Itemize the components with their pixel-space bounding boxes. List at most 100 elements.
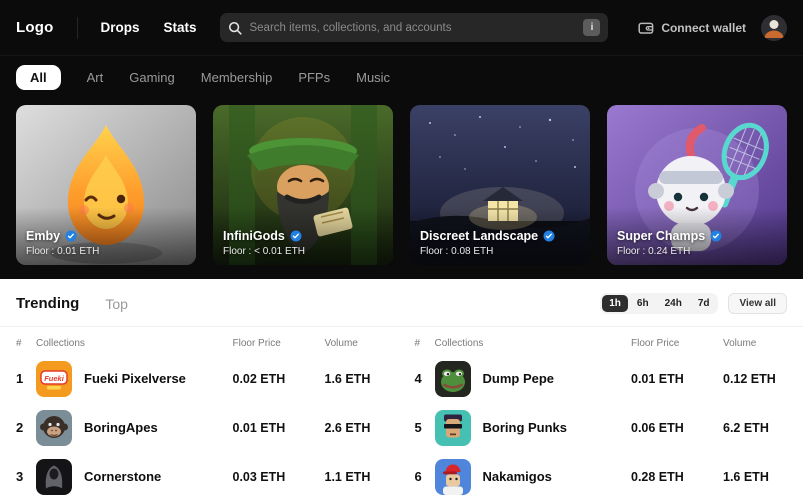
card-overlay: Super Champs Floor : 0.24 ETH — [617, 229, 722, 257]
table-row[interactable]: 4 Dump Pepe 0.01 ETH 0.12 ETH — [415, 354, 788, 403]
connect-wallet-label: Connect wallet — [661, 20, 746, 35]
collection-name: Nakamigos — [482, 469, 552, 484]
volume: 1.1 ETH — [324, 469, 371, 484]
nav-link-drops[interactable]: Drops — [100, 20, 139, 35]
card-floor-price: Floor : 0.24 ETH — [617, 246, 691, 257]
svg-text:Fueki: Fueki — [44, 373, 65, 382]
collection-name: Fueki Pixelverse — [84, 371, 186, 386]
table-row[interactable]: 5 Boring Punks 0.06 ETH 6.2 ETH — [415, 403, 788, 452]
table-row[interactable]: 1 Fueki Fueki Pixelverse 0.02 ETH 1.6 ET… — [16, 354, 389, 403]
category-tabs: All Art Gaming Membership PFPs Music — [0, 56, 803, 103]
verified-badge-icon — [710, 230, 722, 242]
category-tab-music[interactable]: Music — [356, 70, 390, 85]
collection-name: Dump Pepe — [482, 371, 555, 386]
floor-price: 0.03 ETH — [232, 469, 286, 484]
card-floor-price: Floor : 0.08 ETH — [420, 246, 494, 257]
category-tab-membership[interactable]: Membership — [201, 70, 273, 85]
card-floor-price: Floor : < 0.01 ETH — [223, 246, 305, 257]
volume: 2.6 ETH — [324, 420, 371, 435]
rank: 6 — [414, 469, 422, 484]
floor-price: 0.06 ETH — [631, 420, 684, 435]
card-title: InfiniGods — [223, 229, 285, 243]
card-overlay: Discreet Landscape Floor : 0.08 ETH — [420, 229, 555, 257]
header-collections: Collections — [434, 338, 484, 349]
header-volume: Volume — [324, 338, 358, 349]
card-title: Emby — [26, 229, 61, 243]
rank: 5 — [414, 420, 422, 435]
category-tab-pfps[interactable]: PFPs — [298, 70, 330, 85]
trending-header: Trending Top 1h 6h 24h 7d View all — [0, 293, 803, 327]
header-floor-price: Floor Price — [232, 338, 281, 349]
volume: 1.6 ETH — [324, 371, 371, 386]
floor-price: 0.01 ETH — [232, 420, 286, 435]
collection-name: Cornerstone — [84, 469, 162, 484]
nav-link-stats[interactable]: Stats — [163, 20, 196, 35]
card-floor-price: Floor : 0.01 ETH — [26, 246, 100, 257]
dump-pepe-icon — [434, 360, 471, 397]
header-rank: # — [414, 338, 421, 349]
collection-name: BoringApes — [84, 420, 158, 435]
time-filter-1h[interactable]: 1h — [602, 295, 628, 312]
table-header: # Collections Floor Price Volume — [16, 327, 389, 354]
table-header: # Collections Floor Price Volume — [415, 327, 788, 354]
table-row[interactable]: 2 BoringApes 0.01 ETH 2.6 ETH — [16, 403, 389, 452]
header-collections: Collections — [36, 338, 85, 349]
header-volume: Volume — [723, 338, 757, 349]
cornerstone-icon — [36, 458, 72, 495]
logo[interactable]: Logo — [16, 19, 53, 36]
view-all-button[interactable]: View all — [728, 293, 787, 314]
boring-punks-icon — [434, 409, 471, 446]
tab-top[interactable]: Top — [105, 296, 128, 312]
search-bar[interactable]: i — [220, 13, 609, 42]
connect-wallet-button[interactable]: Connect wallet — [638, 20, 746, 36]
category-tab-art[interactable]: Art — [87, 70, 104, 85]
trending-table-left: # Collections Floor Price Volume 1 Fueki… — [16, 327, 389, 500]
trending-table: # Collections Floor Price Volume 1 Fueki… — [0, 327, 803, 500]
navbar-right-group: Connect wallet — [638, 14, 787, 41]
collection-name: Boring Punks — [482, 420, 568, 435]
floor-price: 0.28 ETH — [631, 469, 684, 484]
floor-price: 0.02 ETH — [232, 371, 286, 386]
category-tab-gaming[interactable]: Gaming — [129, 70, 175, 85]
navbar-divider — [77, 16, 79, 39]
featured-card-super-champs[interactable]: Super Champs Floor : 0.24 ETH — [607, 105, 787, 265]
time-filter-6h[interactable]: 6h — [630, 295, 656, 312]
featured-cards-row: Emby Floor : 0.01 ETH InfiniGods Floor:… — [0, 103, 803, 271]
time-filter-24h[interactable]: 24h — [658, 295, 689, 312]
rank: 2 — [16, 420, 24, 435]
header-floor-price: Floor Price — [631, 338, 680, 349]
table-row[interactable]: 3 Cornerstone 0.03 ETH 1.1 ETH — [16, 452, 389, 500]
card-title: Super Champs — [617, 229, 706, 243]
wallet-icon — [638, 20, 654, 36]
card-title: Discreet Landscape — [420, 229, 539, 243]
trending-table-right: # Collections Floor Price Volume 4 Dump … — [415, 327, 788, 500]
floor-price: 0.01 ETH — [631, 371, 684, 386]
verified-badge-icon — [543, 230, 555, 242]
search-hint-key: i — [583, 19, 601, 36]
card-overlay: Emby Floor : 0.01 ETH — [26, 229, 99, 257]
fueki-pixelverse-icon: Fueki — [36, 360, 72, 397]
featured-card-infinigods[interactable]: InfiniGods Floor : < 0.01 ETH — [213, 105, 393, 265]
card-overlay: InfiniGods Floor : < 0.01 ETH — [223, 229, 305, 257]
profile-avatar[interactable] — [761, 14, 787, 41]
featured-card-emby[interactable]: Emby Floor : 0.01 ETH — [16, 105, 196, 265]
search-input[interactable] — [249, 21, 577, 34]
boring-apes-icon — [36, 409, 72, 446]
volume: 0.12 ETH — [723, 371, 776, 386]
rank: 3 — [16, 469, 24, 484]
header-rank: # — [16, 338, 22, 349]
time-filter-7d[interactable]: 7d — [691, 295, 717, 312]
rank: 1 — [16, 371, 24, 386]
category-tab-all[interactable]: All — [16, 65, 61, 90]
trending-section: Trending Top 1h 6h 24h 7d View all # Col… — [0, 279, 803, 500]
time-filter-group: 1h 6h 24h 7d — [600, 293, 719, 314]
search-icon — [228, 21, 243, 35]
verified-badge-icon — [290, 230, 302, 242]
table-row[interactable]: 6 Nakamigos 0.28 ETH 1.6 ETH — [415, 452, 788, 500]
navbar: Logo Drops Stats i Connect wallet — [0, 0, 803, 56]
featured-card-discreet-landscape[interactable]: Discreet Landscape Floor : 0.08 ETH — [410, 105, 590, 265]
rank: 4 — [414, 371, 422, 386]
tab-trending[interactable]: Trending — [16, 295, 79, 312]
volume: 1.6 ETH — [723, 469, 769, 484]
nakamigos-icon — [434, 458, 471, 495]
